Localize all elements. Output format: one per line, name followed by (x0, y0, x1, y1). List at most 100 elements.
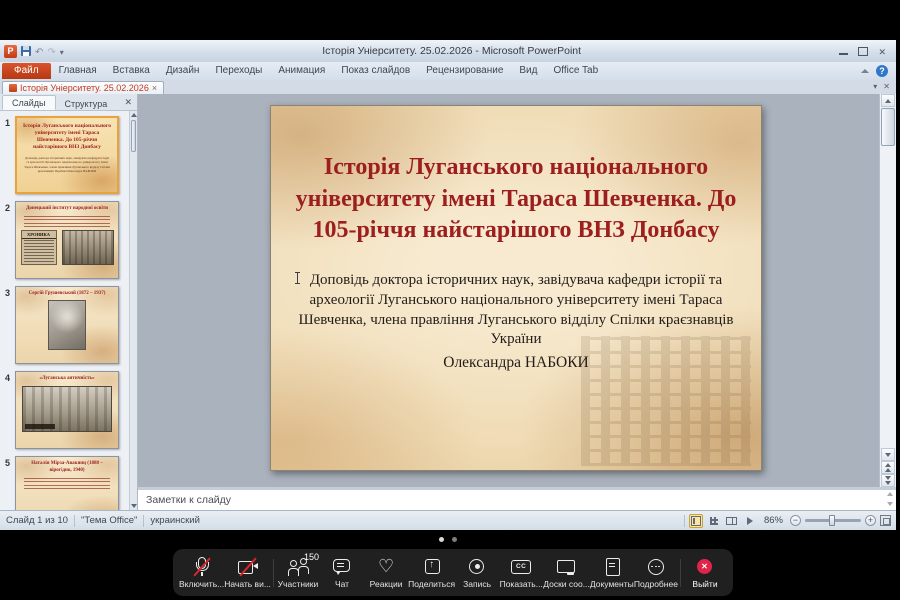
slide-number: 5 (0, 456, 15, 510)
text-line (24, 226, 110, 227)
documents-button[interactable]: Документы (590, 549, 634, 596)
powerpoint-logo-icon[interactable] (4, 45, 17, 58)
document-tab-close-icon[interactable] (152, 83, 157, 93)
slide-1-thumbnail[interactable]: Історія Луганського національного універ… (15, 116, 119, 194)
document-icon (9, 84, 17, 92)
notes-placeholder[interactable]: Заметки к слайду (138, 490, 896, 506)
scroll-up-icon[interactable] (131, 113, 137, 117)
vertical-scrollbar[interactable] (879, 94, 896, 487)
participants-button[interactable]: 150 Участники (276, 549, 320, 596)
reactions-button[interactable]: Реакции (364, 549, 408, 596)
more-icon (644, 557, 668, 577)
fit-slide-to-window-icon[interactable] (880, 515, 891, 526)
tab-list-dropdown-icon[interactable] (873, 76, 877, 94)
thumbnail-row: 5 Наталія Мірза-Авакянц (1888 – вірогідн… (0, 456, 130, 510)
panel-scrollbar-thumb[interactable] (131, 120, 136, 152)
photo-caption (25, 424, 55, 429)
zoom-slider[interactable] (805, 519, 861, 522)
restore-icon[interactable] (858, 47, 868, 56)
page-indicator-dot (452, 537, 457, 542)
minimize-icon[interactable] (839, 53, 848, 55)
tab-home[interactable]: Главная (51, 63, 105, 79)
tab-insert[interactable]: Вставка (105, 63, 158, 79)
thumbnail-row: 3 Сергій Грушевський (1872 – 1937) (0, 286, 130, 364)
unmute-button[interactable]: Включить... (179, 549, 224, 596)
zoom-out-icon[interactable] (790, 515, 801, 526)
tab-transitions[interactable]: Переходы (207, 63, 270, 79)
more-button[interactable]: Подробнее (634, 549, 678, 596)
reading-view-icon[interactable] (725, 514, 739, 528)
tab-bar-close-icon[interactable] (883, 76, 890, 94)
slideshow-view-icon[interactable] (743, 514, 757, 528)
slide-number: 3 (0, 286, 15, 364)
title-bar: Історія Уніерситету. 25.02.2026 - Micros… (0, 40, 896, 63)
whiteboards-button[interactable]: Доски соо... (543, 549, 590, 596)
language-indicator[interactable]: украинский (144, 515, 206, 526)
zoom-percentage[interactable]: 86% (761, 515, 786, 526)
ribbon-tab-bar: Файл Главная Вставка Дизайн Переходы Ани… (0, 62, 896, 80)
leave-meeting-button[interactable]: Выйти (683, 549, 727, 596)
captions-icon: CC (509, 557, 533, 577)
newspaper-clipping-image: ХРОНИКА (21, 230, 57, 265)
scroll-down-button[interactable] (881, 448, 895, 461)
document-tab[interactable]: Історія Уніерситету. 25.02.2026 (2, 81, 164, 94)
save-icon[interactable] (21, 46, 31, 56)
text-line (24, 488, 110, 489)
text-line (24, 216, 110, 217)
tab-animations[interactable]: Анимация (270, 63, 333, 79)
tab-design[interactable]: Дизайн (158, 63, 208, 79)
scroll-up-button[interactable] (881, 94, 895, 107)
tab-slideshow[interactable]: Показ слайдов (333, 63, 418, 79)
undo-icon[interactable] (35, 42, 43, 60)
slide-3-thumbnail[interactable]: Сергій Грушевський (1872 – 1937) (15, 286, 119, 364)
share-screen-button[interactable]: Поделиться (408, 549, 455, 596)
slides-panel: Слайды Структура 1 Історія Луганського н… (0, 94, 138, 510)
scrollbar-thumb[interactable] (881, 108, 895, 146)
text-line (24, 223, 110, 224)
slide-2-thumbnail[interactable]: Донецький інститут народної освіти ХРОНИ… (15, 201, 119, 279)
status-bar: Слайд 1 из 10 "Тема Office" украинский 8… (0, 510, 896, 530)
tab-review[interactable]: Рецензирование (418, 63, 511, 79)
record-icon (465, 557, 489, 577)
document-tab-bar: Історія Уніерситету. 25.02.2026 (0, 80, 896, 95)
slide-author-text[interactable]: Олександра НАБОКИ (271, 354, 761, 372)
current-slide[interactable]: Історія Луганського національного універ… (270, 105, 762, 471)
leave-icon (693, 557, 717, 577)
quick-access-toolbar (0, 42, 64, 60)
zoom-in-icon[interactable] (865, 515, 876, 526)
scroll-down-icon[interactable] (131, 504, 137, 508)
start-video-button[interactable]: Начать ви... (224, 549, 271, 596)
normal-view-icon[interactable] (689, 514, 703, 528)
record-button[interactable]: Запись (455, 549, 499, 596)
text-line (24, 219, 110, 220)
tab-view[interactable]: Вид (511, 63, 545, 79)
building-photo (22, 386, 112, 432)
close-icon[interactable] (878, 42, 886, 60)
minimize-ribbon-icon[interactable] (861, 69, 869, 73)
slide-sorter-view-icon[interactable] (707, 514, 721, 528)
chat-icon (330, 557, 354, 577)
chat-button[interactable]: Чат (320, 549, 364, 596)
tab-office-tab[interactable]: Office Tab (545, 63, 606, 79)
zoom-slider-thumb[interactable] (829, 515, 835, 526)
notes-pane[interactable]: Заметки к слайду (138, 487, 896, 510)
notes-scroll-arrows[interactable] (887, 492, 893, 506)
thumbnail-row: 4 «Луганська античність» (0, 371, 130, 449)
text-line (24, 478, 110, 479)
next-slide-button[interactable] (881, 474, 895, 487)
slide-4-thumbnail[interactable]: «Луганська античність» (15, 371, 119, 449)
tab-file[interactable]: Файл (2, 63, 51, 79)
slide-title-text[interactable]: Історія Луганського національного універ… (271, 152, 761, 247)
panel-scrollbar[interactable] (129, 111, 137, 510)
thumbnail-row: 1 Історія Луганського національного унів… (0, 116, 130, 194)
tab-slides[interactable]: Слайды (2, 95, 56, 110)
slide-5-thumbnail[interactable]: Наталія Мірза-Авакянц (1888 – вірогідно,… (15, 456, 119, 510)
previous-slide-button[interactable] (881, 461, 895, 474)
redo-icon[interactable] (47, 42, 55, 60)
slide-body-text[interactable]: Доповідь доктора історичних наук, завіду… (271, 271, 761, 350)
panel-close-icon[interactable] (124, 97, 137, 110)
theme-name[interactable]: "Тема Office" (75, 515, 143, 526)
toolbar-divider (273, 559, 274, 587)
captions-button[interactable]: CC Показать... (499, 549, 543, 596)
tab-outline[interactable]: Структура (56, 97, 117, 110)
